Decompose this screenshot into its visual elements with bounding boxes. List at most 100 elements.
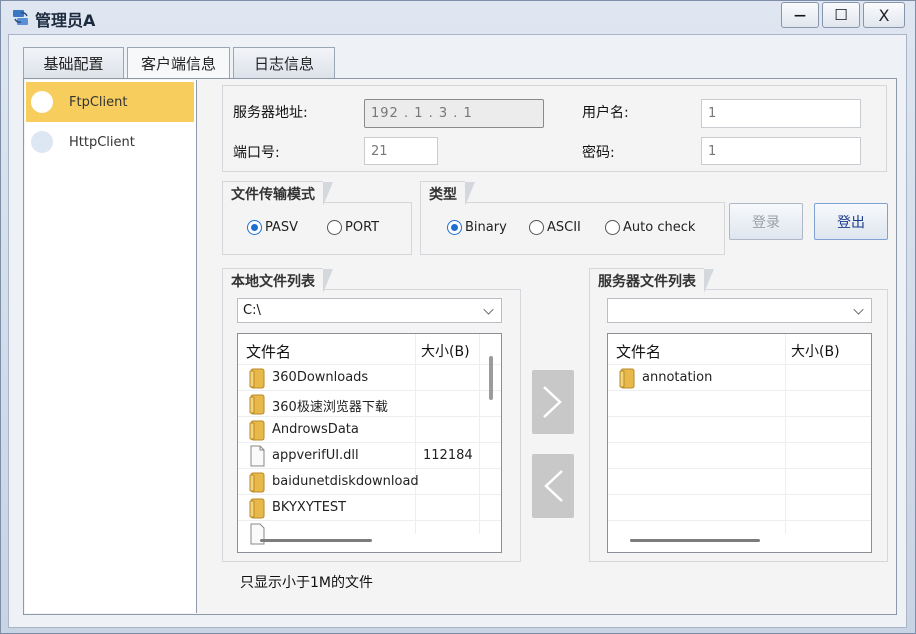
list-item[interactable]: AndrowsData — [238, 416, 501, 442]
file-size: 112184 — [423, 448, 473, 463]
radio-port-indicator — [327, 220, 342, 235]
column-header-size[interactable]: 大小(B) — [791, 341, 840, 361]
list-item-empty — [608, 442, 871, 468]
file-name: 360Downloads — [272, 370, 369, 385]
folder-icon — [619, 368, 635, 389]
tab-client-info[interactable]: 客户端信息 — [127, 47, 230, 78]
chevron-down-icon — [853, 304, 864, 315]
server-address-input[interactable]: 192 . 1 . 3 . 1 — [364, 99, 544, 128]
transfer-mode-group: 文件传输模式 PASV PORT — [222, 181, 412, 255]
radio-ascii-label: ASCII — [547, 220, 581, 235]
client-sidebar: FtpClient HttpClient — [25, 80, 197, 613]
radio-auto-check[interactable]: Auto check — [605, 220, 695, 235]
list-item[interactable]: baidunetdiskdownload — [238, 468, 501, 494]
sidebar-item-label: HttpClient — [69, 134, 135, 150]
folder-icon — [249, 498, 265, 519]
server-path-select[interactable] — [607, 298, 872, 323]
app-window: 管理员A — ☐ X 基础配置 客户端信息 日志信息 FtpClient Htt… — [0, 0, 916, 634]
tab-panel: FtpClient HttpClient 服务器地址: 192 . 1 . 3 … — [23, 78, 897, 615]
server-file-list[interactable]: 文件名 大小(B) annotation — [607, 333, 872, 553]
type-group: 类型 Binary ASCII Auto check — [420, 181, 725, 255]
password-label: 密码: — [582, 145, 615, 161]
list-item[interactable]: annotation — [608, 364, 871, 390]
radio-pasv-indicator — [247, 220, 262, 235]
local-files-group: 本地文件列表 C:\ 文件名 大小(B) 360Downloads 360极速浏… — [222, 268, 521, 562]
server-files-group: 服务器文件列表 文件名 大小(B) annotation — [589, 268, 888, 562]
file-name: baidunetdiskdownload — [272, 474, 419, 489]
radio-auto-check-indicator — [605, 220, 620, 235]
sidebar-item-label: FtpClient — [69, 94, 128, 110]
chevron-down-icon — [483, 304, 494, 315]
ftp-client-content: 服务器地址: 192 . 1 . 3 . 1 端口号: 21 用户名: 1 密码… — [198, 79, 896, 614]
username-label: 用户名: — [582, 105, 629, 121]
maximize-button[interactable]: ☐ — [822, 2, 860, 28]
list-item[interactable]: appverifUI.dll 112184 — [238, 442, 501, 468]
title-bar[interactable]: 管理员A — ☐ X — [1, 1, 915, 33]
folder-icon — [249, 420, 265, 441]
type-title: 类型 — [420, 181, 475, 206]
local-path-select[interactable]: C:\ — [237, 298, 502, 323]
column-header-name[interactable]: 文件名 — [246, 341, 291, 362]
server-settings-box: 服务器地址: 192 . 1 . 3 . 1 端口号: 21 用户名: 1 密码… — [222, 85, 887, 172]
local-file-list[interactable]: 文件名 大小(B) 360Downloads 360极速浏览器下载 Androw… — [237, 333, 502, 553]
server-address-label: 服务器地址: — [233, 105, 308, 121]
radio-pasv[interactable]: PASV — [247, 220, 298, 235]
client-area: 基础配置 客户端信息 日志信息 FtpClient HttpClient 服务器… — [8, 34, 907, 628]
chevron-left-icon — [544, 470, 563, 502]
local-path-value: C:\ — [243, 303, 261, 318]
download-button[interactable] — [532, 454, 574, 518]
radio-binary-label: Binary — [465, 220, 507, 235]
minimize-button[interactable]: — — [781, 2, 819, 28]
list-item-empty — [608, 468, 871, 494]
list-item-partial — [238, 520, 501, 545]
radio-port[interactable]: PORT — [327, 220, 379, 235]
file-name: 360极速浏览器下载 — [272, 400, 388, 415]
column-header-size[interactable]: 大小(B) — [421, 341, 470, 361]
file-icon — [250, 445, 265, 467]
file-name: BKYXYTEST — [272, 500, 347, 515]
list-item[interactable]: BKYXYTEST — [238, 494, 501, 520]
column-header-name[interactable]: 文件名 — [616, 341, 661, 362]
radio-binary[interactable]: Binary — [447, 220, 507, 235]
local-list-header: 文件名 大小(B) — [238, 334, 501, 364]
list-item-empty — [608, 520, 871, 546]
sidebar-item-ftpclient[interactable]: FtpClient — [26, 82, 194, 122]
username-input[interactable]: 1 — [701, 99, 861, 128]
folder-icon — [249, 472, 265, 493]
local-list-horizontal-scrollbar[interactable] — [260, 539, 372, 542]
list-item[interactable]: 360极速浏览器下载 — [238, 390, 501, 416]
password-input[interactable]: 1 — [701, 137, 861, 165]
login-button[interactable]: 登录 — [729, 203, 803, 240]
radio-ascii-indicator — [529, 220, 544, 235]
upload-button[interactable] — [532, 370, 574, 434]
list-item-empty — [608, 416, 871, 442]
maximize-icon: ☐ — [834, 6, 848, 24]
server-list-header: 文件名 大小(B) — [608, 334, 871, 364]
chevron-right-icon — [543, 386, 562, 418]
radio-ascii[interactable]: ASCII — [529, 220, 581, 235]
list-item[interactable]: 360Downloads — [238, 364, 501, 390]
port-label: 端口号: — [233, 145, 280, 161]
folder-icon — [249, 394, 265, 415]
port-input[interactable]: 21 — [364, 137, 438, 165]
window-title: 管理员A — [35, 11, 96, 30]
sidebar-item-httpclient[interactable]: HttpClient — [26, 122, 194, 162]
radio-port-label: PORT — [345, 220, 380, 235]
logout-button[interactable]: 登出 — [814, 203, 888, 240]
close-icon: X — [878, 5, 890, 25]
server-files-title: 服务器文件列表 — [589, 268, 714, 293]
minimize-icon: — — [794, 8, 806, 22]
transfer-mode-title: 文件传输模式 — [222, 181, 333, 206]
tab-basic-config[interactable]: 基础配置 — [23, 47, 124, 78]
server-list-horizontal-scrollbar[interactable] — [630, 539, 760, 542]
local-list-vertical-scrollbar[interactable] — [489, 356, 493, 400]
tab-log-info[interactable]: 日志信息 — [233, 47, 335, 78]
app-logo-icon — [13, 10, 28, 25]
close-button[interactable]: X — [863, 2, 905, 28]
folder-icon — [249, 368, 265, 389]
file-name: annotation — [642, 370, 713, 385]
ftpclient-icon — [31, 91, 53, 113]
size-limit-note: 只显示小于1M的文件 — [240, 575, 373, 591]
httpclient-icon — [31, 131, 53, 153]
file-name: appverifUI.dll — [272, 448, 359, 463]
